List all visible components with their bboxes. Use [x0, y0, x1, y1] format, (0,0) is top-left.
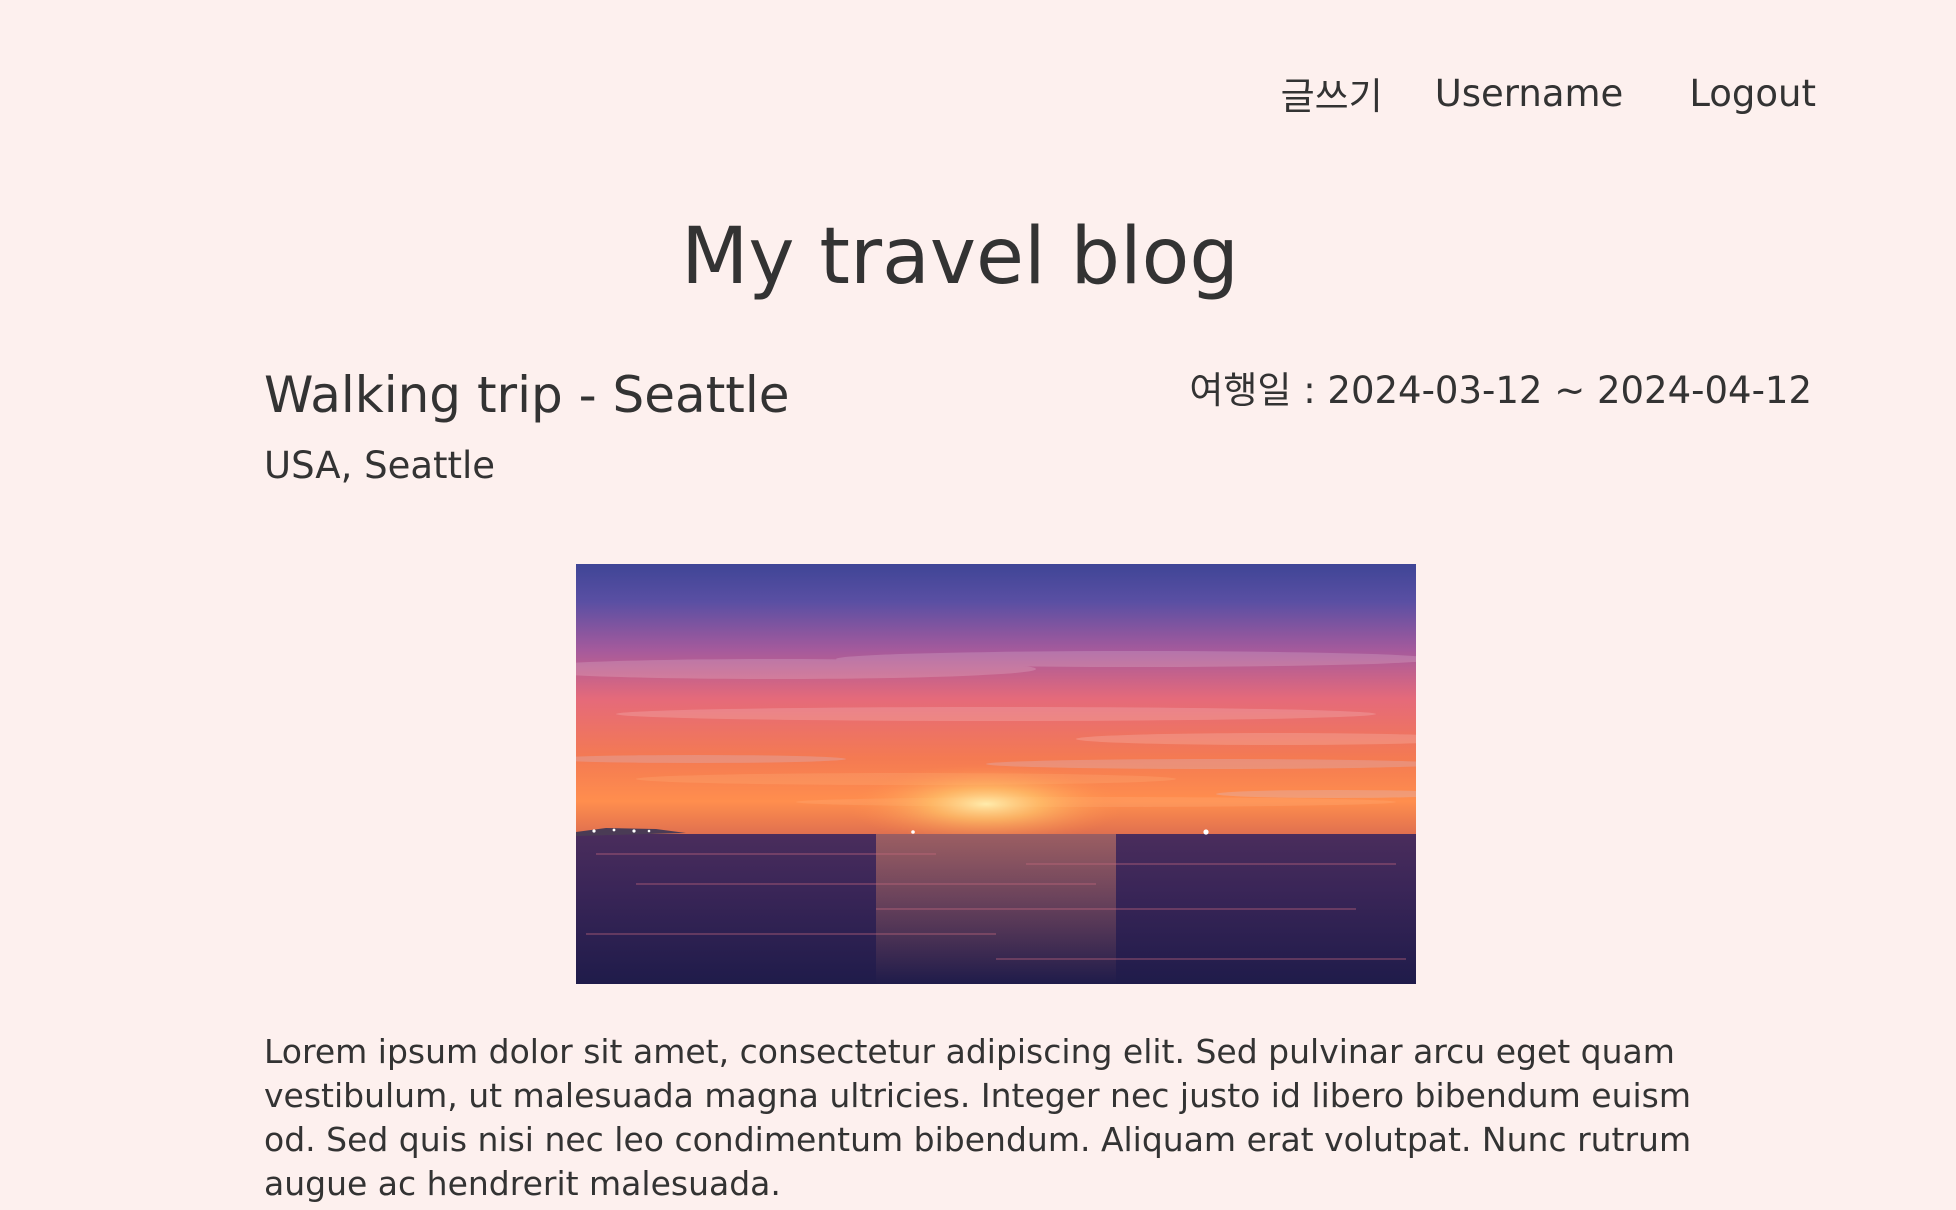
top-nav: 글쓰기 Username Logout [1281, 66, 1816, 120]
page-title: My travel blog [681, 212, 1239, 302]
username-link[interactable]: Username [1435, 72, 1624, 115]
sunset-photo [576, 564, 1416, 984]
logout-link[interactable]: Logout [1689, 72, 1816, 115]
post-title: Walking trip - Seattle [264, 366, 790, 424]
post-body: Lorem ipsum dolor sit amet, consectetur … [264, 1032, 1692, 1203]
travel-dates: 여행일 : 2024-03-12 ~ 2024-04-12 [1189, 369, 1812, 412]
write-post-link[interactable]: 글쓰기 [1281, 66, 1383, 120]
post-location: USA, Seattle [264, 444, 496, 487]
